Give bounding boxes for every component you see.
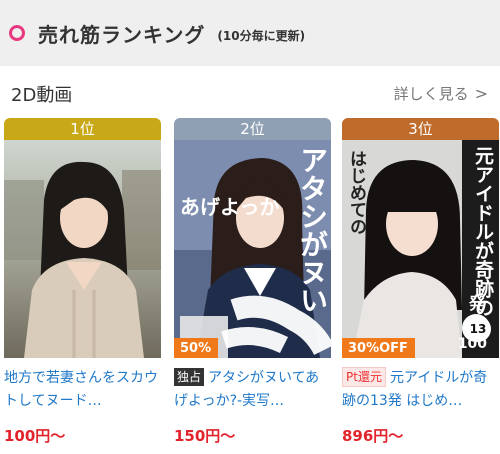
product-thumbnail[interactable]: 元アイドルが奇跡の はじめての 13 発 100 30%OFF [342, 140, 499, 358]
rank-label: 2位 [174, 118, 331, 140]
chevron-right-icon: > [474, 84, 488, 103]
rank-label: 1位 [4, 118, 161, 140]
rank-label: 3位 [342, 118, 499, 140]
update-interval-note: (10分毎に更新) [217, 29, 306, 43]
section-header: 2D動画 詳しく見る > [0, 66, 500, 118]
section-title: 2D動画 [11, 85, 73, 106]
ring-icon [9, 25, 25, 41]
ranking-header: 売れ筋ランキング (10分毎に更新) [0, 0, 500, 66]
ranking-card-3[interactable]: 3位 元アイドルが奇跡の はじめての 13 発 100 30%OFF Pt還元元… [342, 118, 499, 446]
discount-badge: 30%OFF [342, 338, 415, 358]
discount-badge: 50% [174, 338, 219, 358]
product-price: 150円〜 [174, 427, 236, 445]
cover-text-vertical: アタシがヌい [296, 146, 329, 314]
cover-text-horizontal: あげよっか [180, 195, 280, 219]
product-title: 地方で若妻さんをスカウトしてヌード… [4, 370, 158, 409]
exclusive-tag: 独占 [174, 368, 205, 386]
product-thumbnail[interactable]: アタシがヌい あげよっか 50% [174, 140, 331, 358]
see-more-label: 詳しく見る [393, 85, 469, 103]
product-description[interactable]: Pt還元 元アイドルが奇跡の13発 はじめ… [342, 367, 499, 413]
see-more-link[interactable]: 詳しく見る > [394, 83, 488, 104]
product-thumbnail[interactable] [4, 140, 161, 358]
point-return-tag: Pt還元 [342, 367, 386, 387]
product-description[interactable]: 地方で若妻さんをスカウトしてヌード… [4, 367, 161, 413]
product-price: 100円〜 [4, 427, 66, 445]
ranking-title: 売れ筋ランキング [38, 22, 206, 47]
cover-logo: 100 [457, 336, 487, 352]
ranking-card-1[interactable]: 1位 地方で若妻さんをスカウトしてヌード… 100円〜 [4, 118, 161, 446]
product-description[interactable]: 独占 アタシがヌいてあげよっか?-実写… [174, 367, 331, 413]
product-price: 896円〜 [342, 427, 404, 445]
thumbnail-image-1 [4, 140, 161, 358]
ranking-card-2[interactable]: 2位 アタシがヌい あげよっか 50% 独占 アタシがヌいてあげよっか?-実写… … [174, 118, 331, 446]
cover-text-vertical-2: はじめての [346, 150, 366, 235]
cover-suffix-text: 発 [468, 294, 485, 313]
